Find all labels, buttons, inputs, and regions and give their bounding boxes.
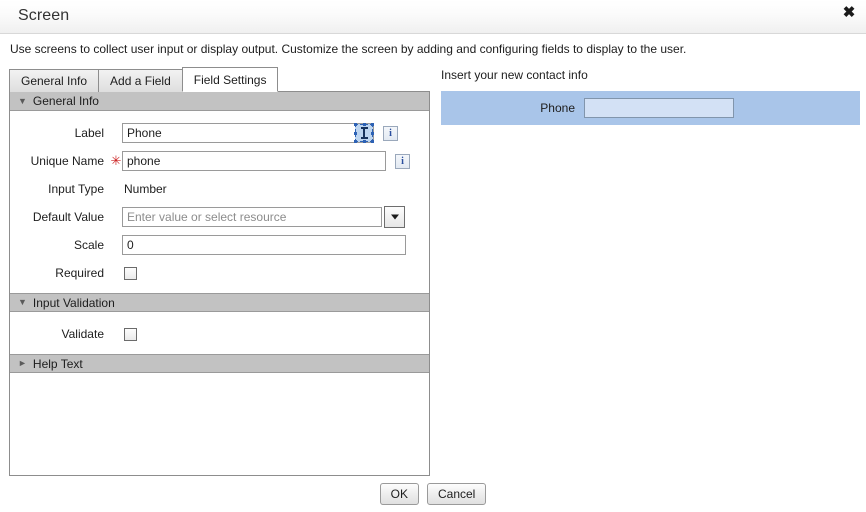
- ibeam-glyph: [360, 127, 368, 139]
- scale-field-label: Scale: [73, 238, 104, 252]
- ok-button[interactable]: OK: [379, 483, 419, 505]
- section-title-input-validation: Input Validation: [32, 295, 115, 310]
- page-title: Screen: [18, 7, 70, 24]
- field-settings-panel: ▼ General Info Label Phone i Unique Name…: [9, 91, 430, 476]
- preview-field-label: Phone: [540, 101, 575, 115]
- general-info-form: Label i Unique: [10, 111, 429, 293]
- collapse-triangle-icon: ▼: [18, 95, 27, 106]
- tab-add-a-field[interactable]: Add a Field: [98, 69, 183, 92]
- validate-field-label: Validate: [61, 327, 104, 341]
- tab-general-info[interactable]: General Info: [9, 69, 100, 92]
- chevron-down-icon: [390, 214, 399, 220]
- handle-dot: [371, 140, 374, 143]
- preview-field-row: Phone: [441, 91, 860, 125]
- tab-field-settings[interactable]: Field Settings: [181, 67, 279, 92]
- expand-triangle-icon: ►: [18, 358, 27, 368]
- handle-dot: [362, 140, 366, 143]
- section-header-help-text[interactable]: ► Help Text: [10, 354, 429, 373]
- tab-strip: General Info Add a Field Field Settings: [9, 67, 279, 92]
- cancel-button[interactable]: Cancel: [426, 483, 487, 505]
- input-type-field-label: Input Type: [48, 182, 104, 196]
- section-header-general-info[interactable]: ▼ General Info: [10, 92, 429, 111]
- handle-dot: [371, 131, 374, 135]
- text-cursor-icon: [354, 123, 374, 143]
- handle-dot: [362, 123, 366, 126]
- close-icon[interactable]: ✖: [838, 3, 860, 25]
- handle-dot: [354, 123, 357, 126]
- handle-dot: [354, 131, 357, 135]
- required-checkbox[interactable]: [124, 266, 137, 280]
- form-row-scale: Scale: [10, 231, 429, 259]
- collapse-triangle-icon: ▼: [18, 297, 27, 307]
- section-title-help-text: Help Text: [32, 356, 83, 371]
- scale-input[interactable]: [122, 235, 406, 255]
- default-value-dropdown-button[interactable]: [384, 206, 405, 228]
- input-type-value: Number: [124, 182, 167, 196]
- info-icon-unique-name[interactable]: i: [395, 153, 410, 169]
- form-row-unique-name: Unique Name ✳ i: [10, 147, 429, 175]
- section-title-general-info: General Info: [32, 94, 99, 108]
- input-validation-form: Validate: [10, 312, 429, 354]
- form-row-label: Label i: [10, 119, 429, 147]
- validate-checkbox[interactable]: [124, 327, 137, 341]
- section-header-input-validation[interactable]: ▼ Input Validation: [10, 293, 429, 312]
- form-row-input-type: Input Type Number: [10, 175, 429, 203]
- form-row-validate: Validate: [10, 320, 429, 348]
- label-input[interactable]: [122, 123, 374, 143]
- info-icon-label[interactable]: i: [383, 125, 398, 141]
- unique-name-input[interactable]: [122, 151, 386, 171]
- dialog-titlebar: Screen ✖: [0, 0, 866, 34]
- handle-dot: [371, 123, 374, 126]
- label-input-wrap: [122, 123, 374, 143]
- default-value-input[interactable]: [122, 207, 382, 227]
- dialog-footer: OK Cancel: [0, 483, 866, 505]
- unique-name-field-label: Unique Name: [30, 154, 104, 168]
- preview-field-input[interactable]: [584, 98, 734, 118]
- default-value-field-label: Default Value: [32, 210, 104, 224]
- screen-preview: Insert your new contact info Phone: [441, 68, 860, 125]
- required-asterisk-icon: ✳: [110, 152, 122, 168]
- form-row-required: Required: [10, 259, 429, 287]
- required-field-label: Required: [55, 266, 104, 280]
- form-row-default-value: Default Value: [10, 203, 429, 231]
- dialog-description: Use screens to collect user input or dis…: [10, 42, 687, 56]
- preview-title: Insert your new contact info: [441, 68, 588, 82]
- label-field-label: Label: [74, 126, 104, 140]
- handle-dot: [354, 140, 357, 143]
